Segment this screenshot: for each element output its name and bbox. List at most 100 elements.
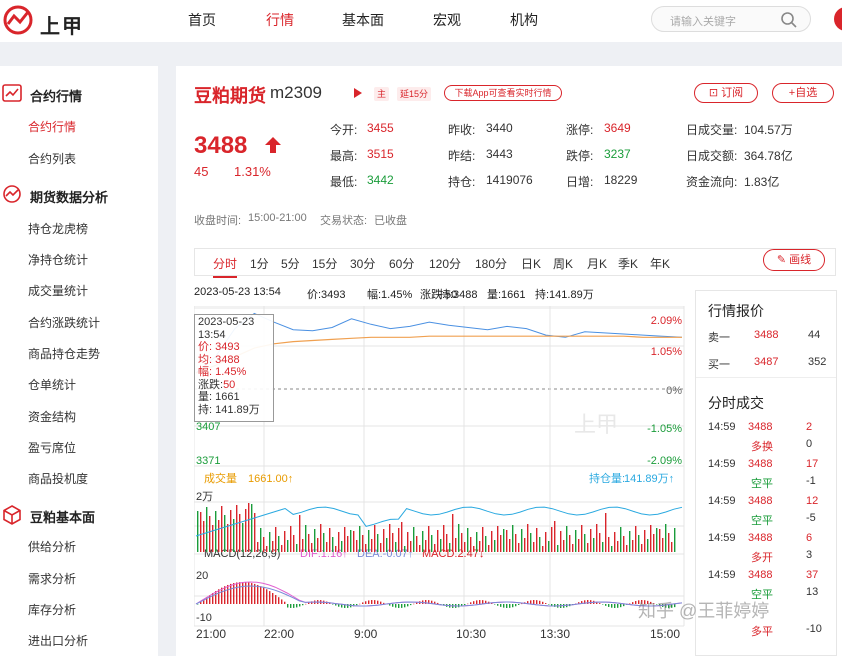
macd-bar (296, 604, 298, 608)
trade-price: 3488 (748, 458, 773, 470)
volume-bar (548, 541, 550, 552)
tab-year-k[interactable]: 年K (650, 255, 670, 272)
volume-bar (557, 545, 559, 552)
search-input[interactable]: 请输入关键字 (651, 6, 811, 32)
macd-bar (467, 603, 469, 605)
volume-bar (650, 525, 652, 552)
volume-bar (212, 525, 214, 552)
logo[interactable]: 上甲 (0, 4, 100, 38)
volume-bar (386, 538, 388, 552)
macd-bar (233, 583, 235, 604)
macd-bar (362, 602, 364, 604)
panel-divider (696, 377, 836, 378)
volume-bar (518, 543, 520, 552)
nav-market[interactable]: 行情 (266, 10, 294, 30)
tab-intraday[interactable]: 分时 (213, 255, 238, 278)
tab-week-k[interactable]: 周K (553, 255, 573, 272)
trade-vol: 12 (806, 495, 819, 507)
volume-bar (215, 511, 217, 552)
volume-bar (542, 546, 544, 552)
volume-bar (614, 532, 616, 552)
stat-value: 3237 (604, 147, 631, 161)
subscribe-button[interactable]: ⊡ 订阅 (694, 83, 758, 103)
download-app-button[interactable]: 下载App可查看实时行情 (444, 85, 562, 101)
info-hold: 持:141.89万 (535, 289, 594, 301)
sidebar-item-position-trend[interactable]: 商品持仓走势 (28, 345, 100, 362)
search-icon[interactable] (780, 11, 798, 29)
sidebar-item-contract-list[interactable]: 合约列表 (28, 150, 76, 167)
macd-bar (509, 604, 511, 608)
macd-bar (332, 604, 334, 605)
sidebar-item-supply[interactable]: 供给分析 (28, 538, 76, 555)
sidebar-item-net-position[interactable]: 净持仓统计 (28, 251, 88, 268)
sidebar-item-import-export[interactable]: 进出口分析 (28, 632, 88, 649)
stat-value: 3649 (604, 121, 631, 135)
volume-bar (236, 505, 238, 552)
tab-day-k[interactable]: 日K (521, 255, 541, 272)
nav-fundamentals[interactable]: 基本面 (342, 10, 384, 30)
macd-bar (389, 604, 391, 606)
volume-bar (362, 535, 364, 552)
sidebar-item-position-rank[interactable]: 持仓龙虎榜 (28, 220, 88, 237)
avatar[interactable] (834, 7, 842, 31)
volume-bar (569, 535, 571, 552)
volume-bar (545, 532, 547, 552)
tab-1min[interactable]: 1分 (250, 255, 269, 272)
tab-quarter-k[interactable]: 季K (618, 255, 638, 272)
tab-5min[interactable]: 5分 (281, 255, 300, 272)
macd-bar (236, 582, 238, 604)
macd-bar (521, 603, 523, 605)
nav-home[interactable]: 首页 (188, 10, 216, 30)
nav-macro[interactable]: 宏观 (433, 10, 461, 30)
sidebar-item-inventory[interactable]: 库存分析 (28, 601, 76, 618)
sidebar-item-fund-structure[interactable]: 资金结构 (28, 408, 76, 425)
macd-bar (356, 604, 358, 606)
macd-bar (266, 589, 268, 604)
tab-180min[interactable]: 180分 (475, 255, 507, 272)
volume-bar (239, 514, 241, 552)
macd-bar (533, 600, 535, 604)
play-icon[interactable] (354, 88, 362, 98)
tab-120min[interactable]: 120分 (429, 255, 461, 272)
volume-bar (665, 524, 667, 552)
trade-time: 14:59 (708, 495, 736, 507)
volume-bar (494, 540, 496, 552)
tab-15min[interactable]: 15分 (312, 255, 337, 272)
stat-value: 1.83亿 (744, 175, 780, 189)
stat-label: 日成交额: (686, 149, 738, 163)
y-tick-right: -2.09% (647, 455, 682, 467)
bid-price: 3487 (754, 356, 779, 368)
sidebar-item-pnl-seats[interactable]: 盈亏席位 (28, 439, 76, 456)
volume-title: 成交量 (204, 471, 237, 485)
volume-bar (218, 520, 220, 552)
sidebar-item-demand[interactable]: 需求分析 (28, 570, 76, 587)
volume-bar (224, 515, 226, 552)
sidebar-item-warrant-stats[interactable]: 仓单统计 (28, 376, 76, 393)
sidebar-item-speculation[interactable]: 商品投机度 (28, 470, 88, 487)
macd-y-tick: -10 (196, 612, 212, 624)
volume-bar (488, 545, 490, 552)
trade-oi: 0 (806, 438, 813, 450)
draw-line-button[interactable]: ✎ 画线 (763, 249, 825, 271)
trade-time: 14:59 (708, 458, 736, 470)
volume-bar (662, 538, 664, 552)
volume-bar (476, 532, 478, 552)
macd-bar (473, 601, 475, 604)
y-tick-right: -1.05% (647, 423, 682, 435)
volume-bar (575, 530, 577, 552)
add-watchlist-button[interactable]: +自选 (772, 83, 834, 103)
tab-60min[interactable]: 60分 (389, 255, 414, 272)
volume-bar (401, 522, 403, 552)
sidebar-item-contract-quote[interactable]: 合约行情 (28, 118, 76, 135)
volume-bar (299, 515, 301, 552)
volume-bar (281, 545, 283, 552)
volume-bar (317, 538, 319, 552)
tab-month-k[interactable]: 月K (587, 255, 607, 272)
tab-30min[interactable]: 30分 (350, 255, 375, 272)
volume-bar (254, 513, 256, 552)
sidebar-item-change-stats[interactable]: 合约涨跌统计 (28, 314, 100, 331)
nav-institutions[interactable]: 机构 (510, 10, 538, 30)
macd-bar (413, 603, 415, 605)
stat-label: 最高: (330, 149, 358, 163)
sidebar-item-volume-stats[interactable]: 成交量统计 (28, 282, 88, 299)
